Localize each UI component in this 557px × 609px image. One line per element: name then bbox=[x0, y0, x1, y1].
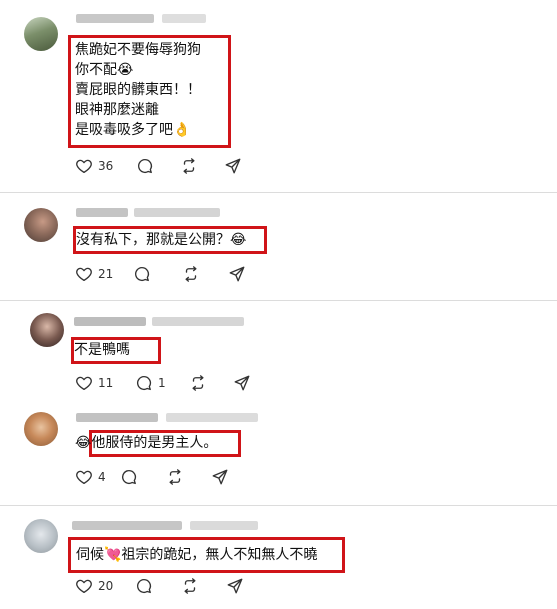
separator bbox=[0, 505, 557, 506]
send-icon bbox=[228, 265, 246, 283]
heart-icon bbox=[75, 577, 93, 595]
avatar[interactable] bbox=[24, 17, 58, 51]
reply-count: 1 bbox=[158, 376, 166, 390]
like-button[interactable]: 36 bbox=[75, 157, 113, 175]
repost-icon bbox=[180, 157, 198, 175]
avatar[interactable] bbox=[30, 313, 64, 347]
timestamp-blurred bbox=[190, 521, 258, 530]
comment-bubble-icon bbox=[133, 265, 151, 283]
avatar[interactable] bbox=[24, 412, 58, 446]
like-button[interactable]: 20 bbox=[75, 577, 113, 595]
share-button[interactable] bbox=[211, 468, 229, 486]
comment-line: 😂他服侍的是男主人。 bbox=[75, 435, 218, 451]
send-icon bbox=[233, 374, 251, 392]
separator bbox=[0, 300, 557, 301]
comment-bubble-icon bbox=[120, 468, 138, 486]
heart-icon bbox=[75, 157, 93, 175]
repost-button[interactable] bbox=[180, 157, 198, 175]
timestamp-blurred bbox=[166, 413, 258, 422]
heart-icon bbox=[75, 374, 93, 392]
comment-line: 你不配😭 bbox=[75, 62, 134, 78]
comment-text: 沒有私下，那就是公開？😂 bbox=[76, 230, 246, 250]
separator bbox=[0, 192, 557, 193]
like-count: 20 bbox=[98, 579, 114, 593]
username-blurred[interactable] bbox=[72, 521, 182, 530]
repost-icon bbox=[181, 577, 199, 595]
comment-bubble-icon bbox=[136, 157, 154, 175]
like-count: 36 bbox=[98, 159, 114, 173]
comment-text: 😂他服侍的是男主人。 bbox=[75, 433, 217, 453]
comment-line: 沒有私下，那就是公開？😂 bbox=[76, 232, 247, 248]
timestamp-blurred bbox=[134, 208, 220, 217]
send-icon bbox=[226, 577, 244, 595]
repost-icon bbox=[189, 374, 207, 392]
comment-line: 不是鴨嗎 bbox=[74, 342, 130, 358]
share-button[interactable] bbox=[226, 577, 244, 595]
reply-button[interactable] bbox=[135, 577, 153, 595]
heart-icon bbox=[75, 265, 93, 283]
comment-line: 眼神那麼迷離 bbox=[75, 102, 159, 118]
comment-line: 賣屁眼的髒東西！！ bbox=[75, 82, 201, 98]
reply-button[interactable] bbox=[136, 157, 154, 175]
comment-text: 伺候💘祖宗的跪妃，無人不知無人不曉 bbox=[76, 545, 317, 565]
repost-icon bbox=[166, 468, 184, 486]
comment-bubble-icon bbox=[135, 374, 153, 392]
comment-line: 伺候💘祖宗的跪妃，無人不知無人不曉 bbox=[76, 547, 318, 563]
reply-button[interactable] bbox=[120, 468, 138, 486]
reply-button[interactable] bbox=[133, 265, 151, 283]
share-button[interactable] bbox=[233, 374, 251, 392]
comment-line: 是吸毒吸多了吧👌 bbox=[75, 122, 191, 138]
comment-line: 焦跪妃不要侮辱狗狗 bbox=[75, 42, 201, 58]
username-blurred[interactable] bbox=[76, 413, 158, 422]
comment-text: 焦跪妃不要侮辱狗狗 你不配😭 賣屁眼的髒東西！！ 眼神那麼迷離 是吸毒吸多了吧👌 bbox=[75, 40, 201, 140]
username-blurred[interactable] bbox=[76, 14, 154, 23]
repost-icon bbox=[182, 265, 200, 283]
like-button[interactable]: 21 bbox=[75, 265, 113, 283]
repost-button[interactable] bbox=[166, 468, 184, 486]
avatar[interactable] bbox=[24, 208, 58, 242]
like-count: 4 bbox=[98, 470, 106, 484]
share-button[interactable] bbox=[224, 157, 242, 175]
username-blurred[interactable] bbox=[74, 317, 146, 326]
comment-bubble-icon bbox=[135, 577, 153, 595]
repost-button[interactable] bbox=[181, 577, 199, 595]
like-count: 11 bbox=[98, 376, 114, 390]
like-count: 21 bbox=[98, 267, 114, 281]
like-button[interactable]: 11 bbox=[75, 374, 113, 392]
repost-button[interactable] bbox=[182, 265, 200, 283]
like-button[interactable]: 4 bbox=[75, 468, 106, 486]
heart-icon bbox=[75, 468, 93, 486]
timestamp-blurred bbox=[162, 14, 206, 23]
send-icon bbox=[224, 157, 242, 175]
reply-button[interactable]: 1 bbox=[135, 374, 166, 392]
timestamp-blurred bbox=[152, 317, 244, 326]
share-button[interactable] bbox=[228, 265, 246, 283]
username-blurred[interactable] bbox=[76, 208, 128, 217]
avatar[interactable] bbox=[24, 519, 58, 553]
send-icon bbox=[211, 468, 229, 486]
repost-button[interactable] bbox=[189, 374, 207, 392]
comment-text: 不是鴨嗎 bbox=[74, 340, 130, 360]
